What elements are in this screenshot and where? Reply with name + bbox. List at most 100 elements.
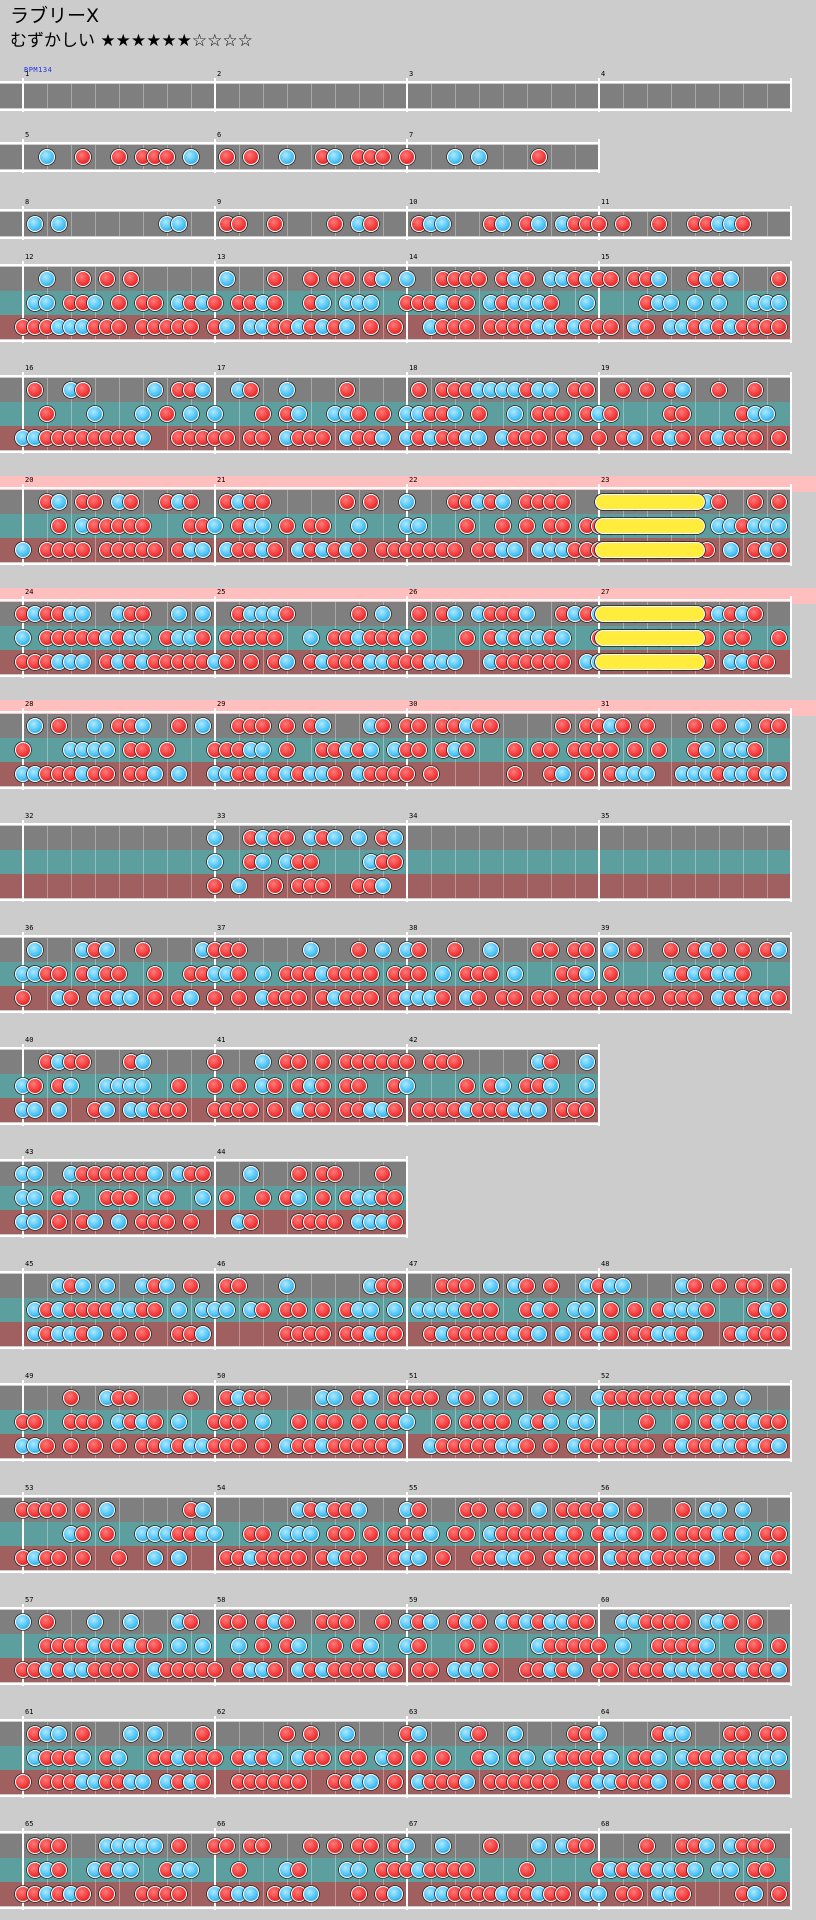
barline <box>214 1156 216 1238</box>
beat-line <box>647 84 648 108</box>
ka-note <box>99 1102 115 1118</box>
beat-line <box>47 84 48 108</box>
ka-note <box>195 1638 211 1654</box>
don-note <box>231 966 247 982</box>
measure-number: 36 <box>25 924 34 932</box>
ka-note <box>195 382 211 398</box>
don-note <box>639 382 655 398</box>
ka-note <box>351 1502 367 1518</box>
beat-line <box>71 826 72 898</box>
barline-end <box>790 1268 792 1350</box>
ka-note <box>351 830 367 846</box>
don-note <box>315 878 331 894</box>
don-note <box>387 1102 403 1118</box>
don-note <box>351 942 367 958</box>
measure-number: 44 <box>217 1148 226 1156</box>
beat-line <box>527 714 528 786</box>
don-note <box>411 718 427 734</box>
don-note <box>375 718 391 734</box>
don-note <box>507 742 523 758</box>
measure-number: 65 <box>25 1820 34 1828</box>
don-note <box>663 942 679 958</box>
measure-number: 2 <box>217 70 222 78</box>
ka-note <box>447 406 463 422</box>
barline <box>22 78 24 112</box>
beat-line <box>551 826 552 898</box>
ka-note <box>591 1886 607 1902</box>
ka-note <box>579 295 595 311</box>
don-note <box>195 1166 211 1182</box>
barline-end <box>790 596 792 678</box>
don-note <box>759 1862 775 1878</box>
don-note <box>291 1302 307 1318</box>
ka-note <box>303 1886 319 1902</box>
barline <box>22 139 24 173</box>
ka-note <box>171 1414 187 1430</box>
don-note <box>255 718 271 734</box>
don-note <box>771 542 787 558</box>
don-note <box>171 718 187 734</box>
measure-number: 60 <box>601 1596 610 1604</box>
don-note <box>543 295 559 311</box>
beat-line <box>479 84 480 108</box>
don-note <box>255 494 271 510</box>
lane-edge-bottom <box>0 787 791 789</box>
don-note <box>747 430 763 446</box>
don-note <box>291 990 307 1006</box>
ka-note <box>651 1750 667 1766</box>
ka-note <box>531 1326 547 1342</box>
barline <box>22 206 24 240</box>
don-note <box>411 630 427 646</box>
don-note <box>735 942 751 958</box>
don-note <box>75 1886 91 1902</box>
ka-note <box>99 942 115 958</box>
measure-number: 55 <box>409 1484 418 1492</box>
don-note <box>603 406 619 422</box>
don-note <box>183 1278 199 1294</box>
ka-note <box>267 1750 283 1766</box>
ka-note <box>99 1278 115 1294</box>
don-note <box>171 1886 187 1902</box>
don-note <box>231 216 247 232</box>
don-note <box>111 1438 127 1454</box>
don-note <box>363 990 379 1006</box>
beat-line <box>575 84 576 108</box>
don-note <box>771 1638 787 1654</box>
lane-edge-top <box>0 1159 407 1161</box>
don-note <box>495 1414 511 1430</box>
don-note <box>699 1302 715 1318</box>
ka-note <box>63 1078 79 1094</box>
don-note <box>39 1614 55 1630</box>
don-note <box>231 1078 247 1094</box>
don-note <box>51 518 67 534</box>
barline-end <box>790 1604 792 1686</box>
don-note <box>375 149 391 165</box>
don-note <box>171 1078 187 1094</box>
don-note <box>687 718 703 734</box>
don-note <box>351 1550 367 1566</box>
don-note <box>339 382 355 398</box>
beat-line <box>119 826 120 898</box>
ka-note <box>207 1526 223 1542</box>
don-note <box>327 1838 343 1854</box>
ka-note <box>339 319 355 335</box>
measure-number: 31 <box>601 700 610 708</box>
ka-note <box>147 382 163 398</box>
don-note <box>579 766 595 782</box>
beat-line <box>71 212 72 236</box>
ka-note <box>375 430 391 446</box>
ka-note <box>579 1054 595 1070</box>
don-note <box>543 942 559 958</box>
don-note <box>123 1190 139 1206</box>
ka-note <box>363 295 379 311</box>
don-note <box>75 1550 91 1566</box>
don-note <box>603 319 619 335</box>
lane-edge-bottom <box>0 451 791 453</box>
don-note <box>627 1886 643 1902</box>
don-note <box>147 1302 163 1318</box>
don-note <box>75 271 91 287</box>
ka-note <box>99 742 115 758</box>
ka-note <box>171 1638 187 1654</box>
beat-line <box>47 1162 48 1234</box>
don-note <box>519 1438 535 1454</box>
